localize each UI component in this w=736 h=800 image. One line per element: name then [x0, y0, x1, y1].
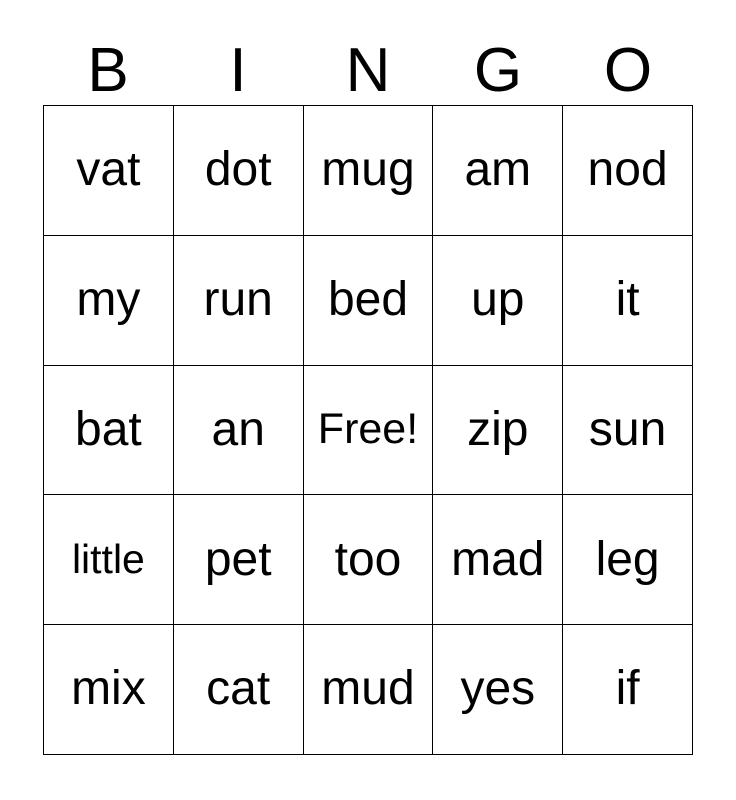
bingo-free-space-label: Free!: [317, 405, 419, 454]
bingo-cell-label: bed: [327, 273, 409, 326]
bingo-cell-label: pet: [204, 532, 272, 586]
bingo-cell-i1[interactable]: dot: [173, 106, 304, 236]
bingo-cell-label: dot: [204, 143, 272, 197]
bingo-cell-label: leg: [595, 532, 660, 586]
bingo-cell-label: zip: [467, 402, 529, 456]
bingo-cell-label: up: [471, 273, 525, 326]
bingo-card: B I N G O vat dot mug am nod my run bed …: [0, 0, 736, 800]
bingo-header-letter-b: B: [87, 36, 129, 105]
bingo-cell-label: bat: [75, 402, 142, 456]
bingo-cell-g1[interactable]: am: [433, 106, 564, 236]
bingo-cell-label: too: [334, 532, 402, 586]
bingo-cell-free-space[interactable]: Free!: [303, 365, 434, 496]
bingo-cell-label: am: [464, 143, 532, 197]
bingo-cell-label: mug: [321, 143, 415, 197]
bingo-cell-b3[interactable]: bat: [44, 365, 174, 496]
bingo-cell-n4[interactable]: too: [303, 495, 434, 626]
bingo-cell-g4[interactable]: mad: [433, 495, 564, 626]
bingo-cell-label: run: [203, 273, 273, 326]
bingo-cell-label: cat: [206, 662, 271, 716]
bingo-cell-label: mix: [71, 662, 146, 716]
bingo-cell-label: sun: [588, 402, 667, 456]
bingo-cell-label: if: [615, 662, 640, 716]
bingo-cell-o4[interactable]: leg: [563, 495, 693, 626]
bingo-cell-i2[interactable]: run: [173, 235, 304, 366]
bingo-header-letter-g: G: [473, 36, 523, 105]
bingo-cell-n1[interactable]: mug: [303, 106, 434, 236]
bingo-header-row: B I N G O: [43, 34, 693, 102]
bingo-cell-i4[interactable]: pet: [173, 495, 304, 626]
bingo-cell-label: yes: [460, 662, 536, 716]
bingo-cell-b2[interactable]: my: [44, 235, 174, 366]
bingo-header-letter-o: O: [603, 36, 653, 105]
bingo-grid: vat dot mug am nod my run bed up it bat …: [43, 105, 693, 755]
bingo-cell-i5[interactable]: cat: [173, 625, 304, 755]
bingo-cell-b5[interactable]: mix: [44, 625, 174, 755]
bingo-header-letter-n: N: [345, 36, 391, 105]
bingo-cell-b4[interactable]: little: [44, 495, 174, 626]
bingo-cell-o5[interactable]: if: [563, 625, 693, 755]
bingo-cell-o3[interactable]: sun: [563, 365, 693, 496]
bingo-cell-g2[interactable]: up: [433, 235, 564, 366]
bingo-cell-label: it: [615, 273, 640, 326]
bingo-cell-label: mad: [451, 532, 545, 586]
bingo-cell-n2[interactable]: bed: [303, 235, 434, 366]
bingo-cell-g5[interactable]: yes: [433, 625, 564, 755]
bingo-cell-n5[interactable]: mud: [303, 625, 434, 755]
bingo-cell-label: little: [71, 536, 145, 583]
bingo-cell-g3[interactable]: zip: [433, 365, 564, 496]
bingo-header-letter-i: I: [229, 36, 247, 105]
bingo-cell-label: vat: [76, 143, 141, 197]
bingo-cell-label: mud: [321, 662, 415, 716]
bingo-cell-o2[interactable]: it: [563, 235, 693, 366]
bingo-cell-label: an: [211, 402, 265, 456]
bingo-cell-i3[interactable]: an: [173, 365, 304, 496]
bingo-cell-o1[interactable]: nod: [563, 106, 693, 236]
bingo-cell-label: nod: [587, 143, 668, 197]
bingo-cell-b1[interactable]: vat: [44, 106, 174, 236]
bingo-cell-label: my: [76, 273, 141, 326]
